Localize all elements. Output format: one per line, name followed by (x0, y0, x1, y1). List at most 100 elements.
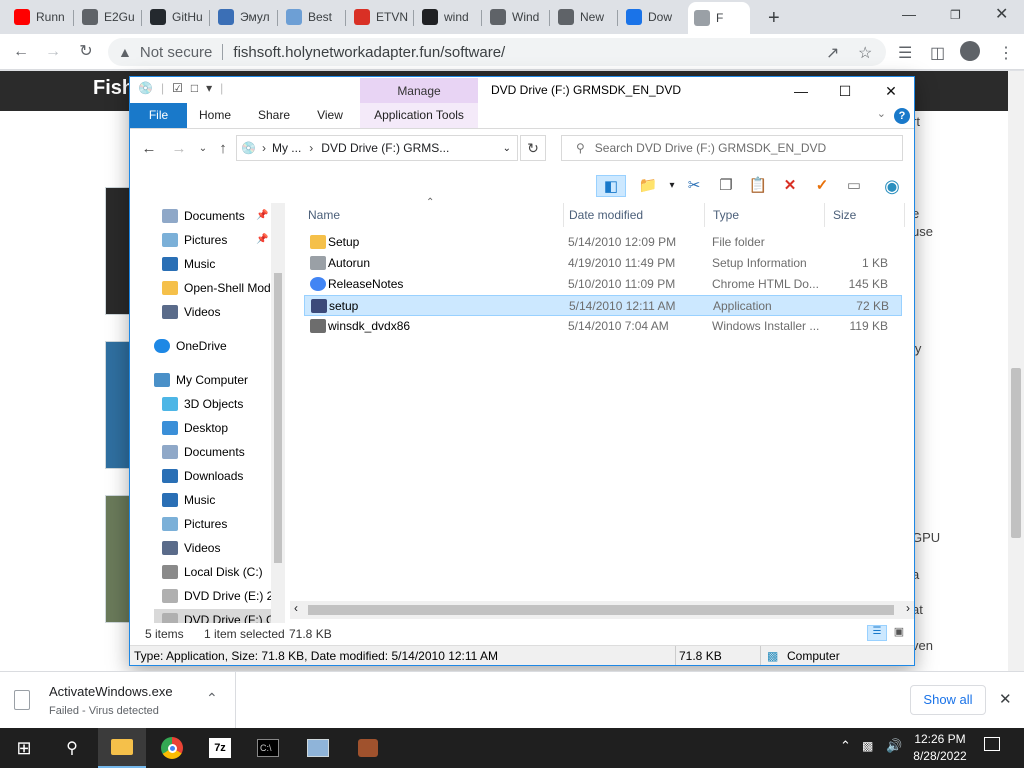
breadcrumb-my-computer[interactable]: My ... (272, 141, 301, 155)
browser-tab[interactable]: E2Gu (76, 4, 140, 30)
horizontal-scrollbar-thumb[interactable] (308, 605, 894, 615)
close-window-icon[interactable]: ✕ (995, 4, 1008, 24)
nav-pane-scrollbar[interactable] (271, 203, 285, 623)
browser-tab[interactable]: Dow (620, 4, 684, 30)
thumbnail-image[interactable] (105, 187, 130, 315)
properties-icon[interactable]: ☑ (172, 81, 183, 95)
explorer-address-bar[interactable]: 💿 › My ... › DVD Drive (F:) GRMS... ⌄ (236, 135, 518, 161)
nav-item[interactable]: Desktop (162, 417, 228, 439)
tab-file[interactable]: File (130, 103, 187, 128)
nav-pane-scrollbar-thumb[interactable] (274, 273, 282, 563)
close-downloads-icon[interactable]: ✕ (999, 690, 1012, 708)
taskbar-app-chrome[interactable] (148, 728, 196, 768)
scroll-right-icon[interactable]: › (906, 601, 910, 615)
browser-tab[interactable]: Best (280, 4, 344, 30)
profile-avatar-icon[interactable] (960, 41, 980, 61)
pin-icon[interactable]: 📌 (256, 234, 268, 245)
file-row[interactable]: ReleaseNotes 5/10/2010 11:09 PM Chrome HTM… (304, 274, 902, 295)
scroll-left-icon[interactable]: ‹ (294, 601, 298, 615)
new-tab-button[interactable]: + (768, 7, 780, 30)
address-bar[interactable]: ▲ Not secure fishsoft.holynetworkadapter… (108, 38, 886, 66)
new-folder-dropdown-icon[interactable]: ▾ (660, 175, 684, 197)
browser-tab[interactable]: New (552, 4, 616, 30)
nav-item[interactable]: OneDrive (154, 335, 227, 357)
network-icon[interactable]: ▩ (862, 739, 873, 753)
tab-application-tools[interactable]: Application Tools (360, 103, 478, 128)
back-button[interactable]: ← (10, 41, 32, 63)
new-folder-icon[interactable]: □ (191, 81, 198, 95)
nav-item[interactable]: Music (162, 253, 215, 275)
nav-item[interactable]: Videos (162, 301, 220, 323)
tab-view[interactable]: View (306, 103, 354, 128)
clock-date[interactable]: 8/28/2022 (912, 749, 968, 763)
volume-icon[interactable]: 🔊 (886, 738, 902, 754)
explorer-back-button[interactable]: ← (138, 138, 160, 160)
explorer-maximize-button[interactable]: ☐ (822, 80, 868, 102)
reload-button[interactable]: ↻ (75, 41, 97, 63)
nav-item[interactable]: Videos (162, 537, 220, 559)
delete-icon[interactable]: ✕ (778, 175, 802, 197)
paste-icon[interactable]: 📋 (746, 175, 770, 197)
cut-icon[interactable]: ✂ (682, 175, 706, 197)
browser-tab[interactable]: GitHu (144, 4, 208, 30)
clock-time[interactable]: 12:26 PM (914, 732, 966, 746)
tab-share[interactable]: Share (248, 103, 300, 128)
file-row[interactable]: Autorun 4/19/2010 11:49 PM Setup Informati… (304, 253, 902, 274)
minimize-window-icon[interactable]: — (902, 6, 916, 22)
taskbar-app-terminal[interactable]: C:\ (244, 728, 292, 768)
large-icons-view-icon[interactable]: ▣ (890, 625, 908, 641)
details-view-icon[interactable]: ☰ (867, 625, 887, 641)
media-queue-icon[interactable]: ☰ (898, 43, 912, 63)
up-folder-button[interactable]: ↑ (212, 138, 234, 160)
recent-locations-chevron-icon[interactable]: ⌄ (192, 138, 214, 160)
tray-chevron-up-icon[interactable]: ⌃ (840, 738, 851, 754)
browser-tab[interactable]: F (688, 2, 750, 34)
taskbar-app-package[interactable] (344, 728, 392, 768)
nav-item[interactable]: 3D Objects (162, 393, 243, 415)
show-all-button[interactable]: Show all (910, 685, 986, 715)
checkmark-icon[interactable]: ✓ (810, 175, 834, 197)
page-scrollbar-thumb[interactable] (1011, 368, 1021, 538)
column-header-size[interactable]: Size (825, 203, 905, 227)
taskbar-app-control-panel[interactable] (294, 728, 342, 768)
ribbon-expand-chevron-icon[interactable]: ⌄ (877, 107, 886, 120)
notification-center-icon[interactable] (984, 737, 1000, 751)
manage-context-tab[interactable]: Manage (360, 78, 478, 104)
side-panel-icon[interactable]: ◫ (930, 43, 945, 63)
restore-window-icon[interactable]: ❐ (950, 8, 961, 22)
file-row[interactable]: setup 5/14/2010 12:11 AM Application 72 KB (304, 295, 902, 316)
browser-tab[interactable]: Wind (484, 4, 548, 30)
explorer-close-button[interactable]: ✕ (868, 80, 914, 102)
nav-item[interactable]: Pictures (162, 229, 227, 251)
qat-dropdown-icon[interactable]: ▾ (206, 81, 212, 95)
taskbar-app-7zip[interactable]: 7z (196, 728, 244, 768)
tab-home[interactable]: Home (190, 103, 240, 128)
file-list-horizontal-scrollbar[interactable]: ‹ › (290, 601, 914, 619)
refresh-button[interactable]: ↻ (520, 135, 546, 161)
page-scrollbar[interactable] (1008, 71, 1024, 671)
nav-item[interactable]: Downloads (162, 465, 243, 487)
nav-item[interactable]: Open-Shell Mod (162, 277, 271, 299)
thumbnail-image[interactable] (105, 341, 130, 469)
nav-item[interactable]: DVD Drive (F:) G (154, 609, 284, 623)
download-item[interactable]: ActivateWindows.exe Failed - Virus detec… (0, 672, 236, 728)
nav-item[interactable]: Local Disk (C:) (162, 561, 263, 583)
bookmark-star-icon[interactable]: ☆ (858, 43, 872, 63)
column-header-date[interactable]: Date modified (561, 203, 705, 227)
search-box[interactable]: ⚲ Search DVD Drive (F:) GRMSDK_EN_DVD (561, 135, 903, 161)
explorer-minimize-button[interactable]: — (778, 80, 824, 102)
globe-icon[interactable]: ◉ (880, 175, 904, 197)
nav-item[interactable]: Documents (162, 441, 245, 463)
browser-tab[interactable]: ETVN (348, 4, 412, 30)
nav-item[interactable]: Documents (162, 205, 245, 227)
chevron-up-icon[interactable]: ⌃ (206, 690, 218, 707)
share-icon[interactable]: ↗ (826, 43, 839, 63)
nav-item[interactable]: My Computer (154, 369, 248, 391)
column-header-type[interactable]: Type (705, 203, 825, 227)
search-button[interactable]: ⚲ (48, 728, 96, 768)
explorer-forward-button[interactable]: → (168, 138, 190, 160)
rename-icon[interactable]: ▭ (842, 175, 866, 197)
menu-kebab-icon[interactable]: ⋮ (998, 43, 1014, 63)
nav-item[interactable]: DVD Drive (E:) 20 (162, 585, 280, 607)
help-icon[interactable]: ? (894, 108, 910, 124)
